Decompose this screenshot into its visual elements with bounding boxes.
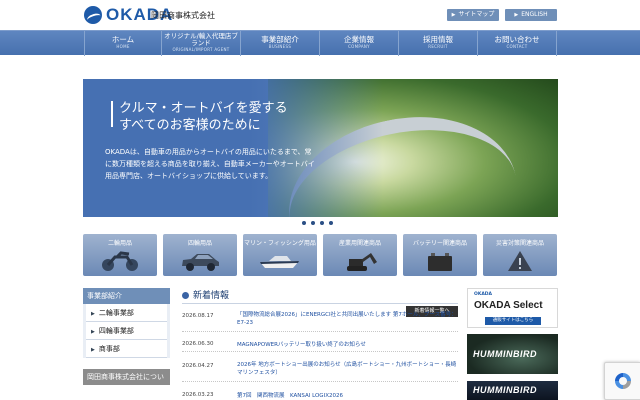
nav-label: 企業情報 (344, 35, 374, 44)
hero-title-line2: すべてのお客様のために (119, 118, 261, 133)
sitemap-label: サイトマップ (458, 11, 495, 18)
triangle-right-icon: ▶ (91, 311, 95, 317)
nav-label: ホーム (111, 35, 135, 44)
nav-recruit[interactable]: 採用情報 RECRUIT (399, 31, 478, 56)
arrow-right-icon: ▶ (451, 12, 456, 18)
category-disaster[interactable]: 災害対策関連商品 (483, 234, 557, 276)
slider-dots (302, 221, 333, 225)
news-item: 2026.08.17 「国際物流総合展2026」にENERGCI社と共同出展いた… (182, 308, 458, 332)
news-link[interactable]: MAGNAPOWERバッテリー取り扱い終了のお知らせ (237, 341, 457, 349)
news-link[interactable]: 「国際物流総合展2026」にENERGCI社と共同出展いたします 第7ホール、ブ… (237, 311, 457, 327)
nav-business[interactable]: 事業部紹介 BUSINESS (241, 31, 320, 56)
hero-slider[interactable]: クルマ・オートバイを愛する すべてのお客様のために OKADAは、自動車の用品か… (83, 79, 558, 217)
nav-label: オリジナル/輸入代理店ブランド (164, 32, 238, 47)
slider-dot[interactable] (311, 221, 315, 225)
slider-dot[interactable] (302, 221, 306, 225)
triangle-right-icon: ▶ (91, 329, 95, 335)
sidebar-heading: 事業部紹介 (83, 288, 170, 304)
category-label: バッテリー関連商品 (412, 240, 467, 247)
hero-accent-line (111, 101, 113, 127)
excavator-icon (347, 253, 377, 271)
news-item: 2026.04.27 2026年 地方ボートショー出展のお知らせ（広島ボートショ… (182, 358, 458, 382)
sitemap-button[interactable]: ▶ サイトマップ (447, 9, 499, 21)
hero-title: クルマ・オートバイを愛する すべてのお客様のために (119, 100, 288, 134)
company-name: 岡田商事株式会社 (151, 11, 215, 20)
nav-home[interactable]: ホーム HOME (84, 31, 162, 56)
recaptcha-badge[interactable] (604, 362, 640, 400)
sidebar-item-motorcycle[interactable]: ▶ 二輪事業部 (86, 304, 167, 322)
nav-sublabel: CONTACT (506, 44, 528, 49)
category-tiles: 二輪用品 四輪用品 マリン・フィッシング用品 産業用関連商品 バッテリー関連商品… (83, 234, 558, 276)
news-date: 2026.03.23 (182, 392, 214, 398)
humminbird-logo: HUMMINBIRD (473, 349, 537, 359)
battery-icon (428, 253, 452, 271)
category-label: 四輪用品 (187, 240, 212, 247)
news-title: 新着情報 (193, 291, 230, 301)
okada-select-title: OKADA Select (474, 300, 543, 311)
nav-sublabel: HOME (116, 44, 130, 49)
page: OKADA 岡田商事株式会社 ▶ サイトマップ ▶ ENGLISH ホーム HOME… (0, 0, 640, 400)
sidebar-item-trading[interactable]: ▶ 商事部 (86, 340, 167, 358)
news-date: 2026.08.17 (182, 313, 214, 319)
okada-small-logo: OKADA (474, 292, 493, 297)
sidebar: 事業部紹介 ▶ 二輪事業部 ▶ 四輪事業部 ▶ 商事部 岡田商事株式会社について (83, 288, 170, 400)
news-date: 2026.06.30 (182, 341, 214, 347)
hero-title-line1: クルマ・オートバイを愛する (119, 101, 288, 116)
english-label: ENGLISH (521, 11, 548, 18)
news-item: 2026.06.30 MAGNAPOWERバッテリー取り扱い終了のお知らせ (182, 336, 458, 352)
okada-logo-mark-icon (84, 6, 102, 24)
sidebar-item-label: 商事部 (98, 345, 120, 353)
news-item: 2026.03.23 第7回 関西物流展 KANSAI LOGIX2026 (182, 388, 458, 400)
sidebar-item-label: 二輪事業部 (98, 309, 134, 317)
nav-label: 採用情報 (423, 35, 453, 44)
category-label: 産業用関連商品 (338, 240, 381, 247)
category-label: 災害対策関連商品 (495, 240, 544, 247)
news-link[interactable]: 第7回 関西物流展 KANSAI LOGIX2026 (237, 392, 457, 400)
nav-sublabel: RECRUIT (428, 44, 448, 49)
humminbird-banner-2[interactable]: HUMMINBIRD (467, 381, 558, 400)
news-date: 2026.04.27 (182, 363, 214, 369)
nav-company[interactable]: 企業情報 COMPANY (320, 31, 399, 56)
category-label: マリン・フィッシング用品 (244, 240, 316, 247)
nav-label: 事業部紹介 (261, 35, 299, 44)
category-motorcycle[interactable]: 二輪用品 (83, 234, 157, 276)
nav-sublabel: ORIGINAL/IMPORT AGENT (172, 47, 230, 52)
category-label: 二輪用品 (107, 240, 132, 247)
nav-label: お問い合わせ (494, 35, 540, 44)
humminbird-logo: HUMMINBIRD (473, 385, 537, 395)
warning-sign-icon (508, 251, 532, 271)
car-icon (182, 254, 219, 271)
sidebar-heading-about[interactable]: 岡田商事株式会社について (83, 369, 170, 397)
sidebar-item-label: 四輪事業部 (98, 327, 134, 335)
nav-sublabel: BUSINESS (268, 44, 292, 49)
boat-icon (260, 256, 299, 268)
category-marine[interactable]: マリン・フィッシング用品 (243, 234, 317, 276)
arrow-right-icon: ▶ (514, 12, 519, 18)
hero-text: OKADAは、自動車の用品からオートバイの用品にいたるまで、常に数万種類を超える… (105, 148, 315, 180)
okada-select-button[interactable]: 通販サイトはこちら (485, 317, 541, 325)
humminbird-banner[interactable]: HUMMINBIRD (467, 334, 558, 374)
slider-dot[interactable] (329, 221, 333, 225)
category-battery[interactable]: バッテリー関連商品 (403, 234, 477, 276)
sidebar-item-automobile[interactable]: ▶ 四輪事業部 (86, 322, 167, 340)
nav-sublabel: COMPANY (348, 44, 370, 49)
english-button[interactable]: ▶ ENGLISH (505, 9, 557, 21)
okada-select-banner[interactable]: OKADA OKADA Select 通販サイトはこちら (467, 288, 558, 328)
nav-brand[interactable]: オリジナル/輸入代理店ブランド ORIGINAL/IMPORT AGENT (162, 31, 241, 56)
category-car[interactable]: 四輪用品 (163, 234, 237, 276)
recaptcha-icon (615, 373, 631, 389)
triangle-right-icon: ▶ (91, 347, 95, 353)
slider-dot[interactable] (320, 221, 324, 225)
sidebar-list: ▶ 二輪事業部 ▶ 四輪事業部 ▶ 商事部 (83, 304, 170, 358)
news-link[interactable]: 2026年 地方ボートショー出展のお知らせ（広島ボートショー・九州ボートショー・… (237, 361, 457, 377)
global-nav: ホーム HOME オリジナル/輸入代理店ブランド ORIGINAL/IMPORT… (0, 30, 640, 56)
bullet-icon (182, 292, 189, 299)
news-section: 新着情報 新着情報一覧へ 2026.08.17 「国際物流総合展2026」にEN… (182, 288, 458, 400)
site-header: OKADA 岡田商事株式会社 ▶ サイトマップ ▶ ENGLISH (0, 0, 640, 30)
motorcycle-icon (102, 251, 138, 271)
nav-contact[interactable]: お問い合わせ CONTACT (478, 31, 557, 56)
category-industrial[interactable]: 産業用関連商品 (323, 234, 397, 276)
news-heading: 新着情報 (182, 288, 458, 304)
